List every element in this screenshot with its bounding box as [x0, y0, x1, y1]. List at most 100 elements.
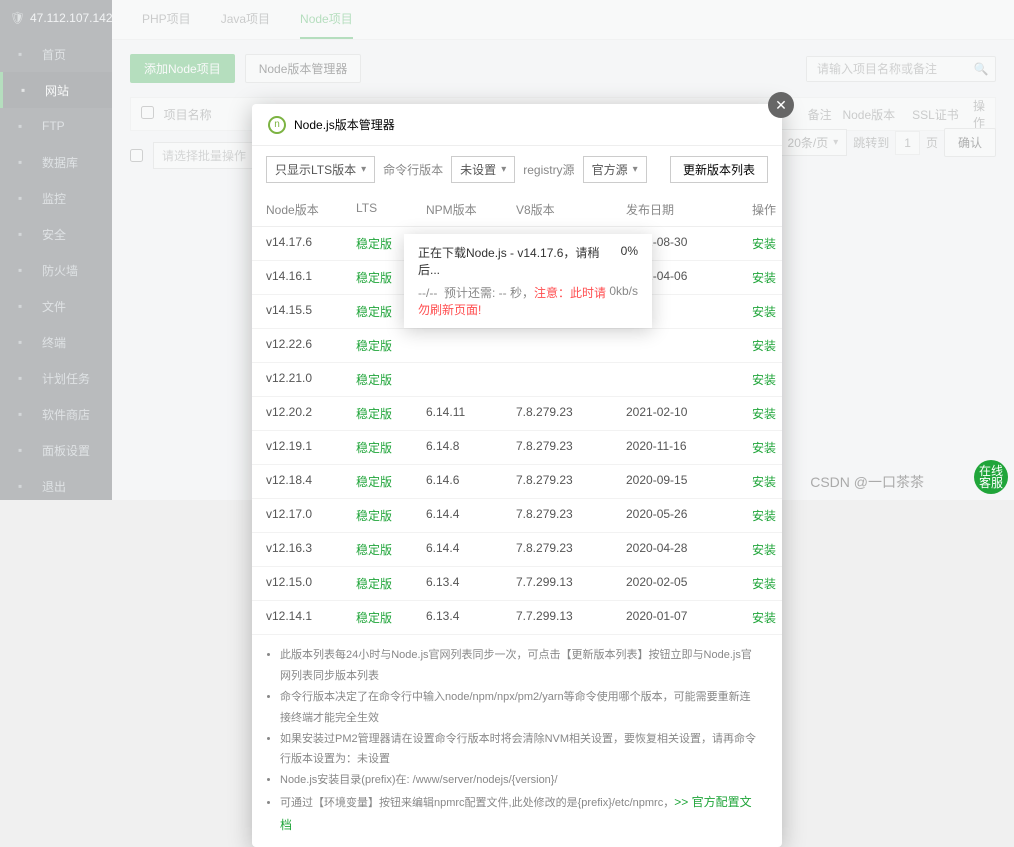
doc-link[interactable]: >> 官方配置文档: [280, 795, 752, 832]
chevron-down-icon: ▾: [361, 164, 366, 175]
v8-ver: 7.7.299.13: [516, 575, 626, 592]
install-link[interactable]: 安装: [726, 269, 776, 286]
lts-badge: 稳定版: [356, 609, 426, 626]
version-row: v12.17.0稳定版6.14.47.8.279.232020-05-26安装: [252, 499, 782, 533]
ver: v12.16.3: [266, 541, 356, 558]
npm-ver: 6.13.4: [426, 575, 516, 592]
install-link[interactable]: 安装: [726, 303, 776, 320]
modal-header: n Node.js版本管理器: [252, 104, 782, 146]
npm-ver: 6.14.8: [426, 439, 516, 456]
release-date: 2020-04-28: [626, 541, 726, 558]
vcol-ver: Node版本: [266, 201, 356, 218]
version-row: v12.20.2稳定版6.14.117.8.279.232021-02-10安装: [252, 397, 782, 431]
install-link[interactable]: 安装: [726, 609, 776, 626]
install-link[interactable]: 安装: [726, 507, 776, 524]
install-link[interactable]: 安装: [726, 439, 776, 456]
version-row: v12.19.1稳定版6.14.87.8.279.232020-11-16安装: [252, 431, 782, 465]
close-icon[interactable]: ✕: [768, 92, 794, 118]
v8-ver: 7.8.279.23: [516, 507, 626, 524]
lts-badge: 稳定版: [356, 575, 426, 592]
install-link[interactable]: 安装: [726, 405, 776, 422]
refresh-button[interactable]: 更新版本列表: [670, 156, 768, 183]
ver: v14.16.1: [266, 269, 356, 286]
release-date: 2020-01-07: [626, 609, 726, 626]
vcol-op: 操作: [726, 201, 776, 218]
node-version-modal: ✕ n Node.js版本管理器 只显示LTS版本▾ 命令行版本 未设置▾ re…: [252, 104, 782, 847]
ver: v14.17.6: [266, 235, 356, 252]
dl-speed: 0kb/s: [609, 284, 638, 318]
version-row: v12.16.3稳定版6.14.47.8.279.232020-04-28安装: [252, 533, 782, 567]
version-row: v12.15.0稳定版6.13.47.7.299.132020-02-05安装: [252, 567, 782, 601]
release-date: 2020-05-26: [626, 507, 726, 524]
ver: v12.18.4: [266, 473, 356, 490]
v8-ver: 7.8.279.23: [516, 473, 626, 490]
install-link[interactable]: 安装: [726, 575, 776, 592]
download-dialog: 正在下载Node.js - v14.17.6，请稍后...0% --/-- 预计…: [404, 234, 652, 328]
ver: v12.20.2: [266, 405, 356, 422]
dl-percent: 0%: [621, 244, 638, 278]
lts-badge: 稳定版: [356, 541, 426, 558]
release-date: 2020-09-15: [626, 473, 726, 490]
install-link[interactable]: 安装: [726, 473, 776, 490]
ver: v12.14.1: [266, 609, 356, 626]
reg-select[interactable]: 官方源▾: [583, 156, 647, 183]
lts-badge: 稳定版: [356, 439, 426, 456]
v8-ver: 7.7.299.13: [516, 609, 626, 626]
dl-size: --/--: [418, 286, 437, 300]
release-date: 2020-02-05: [626, 575, 726, 592]
release-date: 2021-02-10: [626, 405, 726, 422]
npm-ver: 6.14.11: [426, 405, 516, 422]
lts-filter[interactable]: 只显示LTS版本▾: [266, 156, 375, 183]
nodejs-icon: n: [268, 116, 286, 134]
lts-badge: 稳定版: [356, 473, 426, 490]
lts-badge: 稳定版: [356, 371, 426, 388]
npm-ver: [426, 371, 516, 388]
note-item: Node.js安装目录(prefix)在: /www/server/nodejs…: [280, 770, 760, 791]
npm-ver: 6.14.6: [426, 473, 516, 490]
note-item: 命令行版本决定了在命令行中输入node/npm/npx/pm2/yarn等命令使…: [280, 687, 760, 729]
modal-title: Node.js版本管理器: [294, 116, 395, 133]
ver: v12.15.0: [266, 575, 356, 592]
vcol-date: 发布日期: [626, 201, 726, 218]
version-table-header: Node版本 LTS NPM版本 V8版本 发布日期 操作: [252, 193, 782, 227]
cmd-label: 命令行版本: [383, 161, 443, 178]
support-fab[interactable]: 在线客服: [974, 460, 1008, 494]
lts-badge: 稳定版: [356, 405, 426, 422]
dl-eta: 预计还需: -- 秒，: [444, 286, 534, 300]
npm-ver: 6.13.4: [426, 609, 516, 626]
v8-ver: [516, 337, 626, 354]
vcol-npm: NPM版本: [426, 201, 516, 218]
v8-ver: 7.8.279.23: [516, 541, 626, 558]
ver: v12.22.6: [266, 337, 356, 354]
v8-ver: [516, 371, 626, 388]
ver: v14.15.5: [266, 303, 356, 320]
v8-ver: 7.8.279.23: [516, 439, 626, 456]
lts-badge: 稳定版: [356, 507, 426, 524]
npm-ver: 6.14.4: [426, 507, 516, 524]
ver: v12.17.0: [266, 507, 356, 524]
release-date: 2020-11-16: [626, 439, 726, 456]
install-link[interactable]: 安装: [726, 337, 776, 354]
modal-notes: 此版本列表每24小时与Node.js官网列表同步一次，可点击【更新版本列表】按钮…: [252, 635, 782, 847]
note-item: 如果安装过PM2管理器请在设置命令行版本时将会清除NVM相关设置，要恢复相关设置…: [280, 729, 760, 771]
note-item: 可通过【环境变量】按钮来编辑npmrc配置文件,此处修改的是{prefix}/e…: [280, 791, 760, 837]
vcol-v8: V8版本: [516, 201, 626, 218]
lts-badge: 稳定版: [356, 337, 426, 354]
ver: v12.19.1: [266, 439, 356, 456]
version-row: v12.14.1稳定版6.13.47.7.299.132020-01-07安装: [252, 601, 782, 635]
install-link[interactable]: 安装: [726, 541, 776, 558]
v8-ver: 7.8.279.23: [516, 405, 626, 422]
install-link[interactable]: 安装: [726, 371, 776, 388]
note-item: 此版本列表每24小时与Node.js官网列表同步一次，可点击【更新版本列表】按钮…: [280, 645, 760, 687]
install-link[interactable]: 安装: [726, 235, 776, 252]
release-date: [626, 337, 726, 354]
vcol-lts: LTS: [356, 201, 426, 218]
watermark: CSDN @一口茶茶: [810, 472, 924, 492]
version-row: v12.21.0稳定版安装: [252, 363, 782, 397]
version-row: v12.22.6稳定版 安装: [252, 329, 782, 363]
release-date: [626, 371, 726, 388]
version-row: v12.18.4稳定版6.14.67.8.279.232020-09-15安装: [252, 465, 782, 499]
cmd-select[interactable]: 未设置▾: [451, 156, 515, 183]
npm-ver: 6.14.4: [426, 541, 516, 558]
reg-label: registry源: [523, 161, 574, 178]
